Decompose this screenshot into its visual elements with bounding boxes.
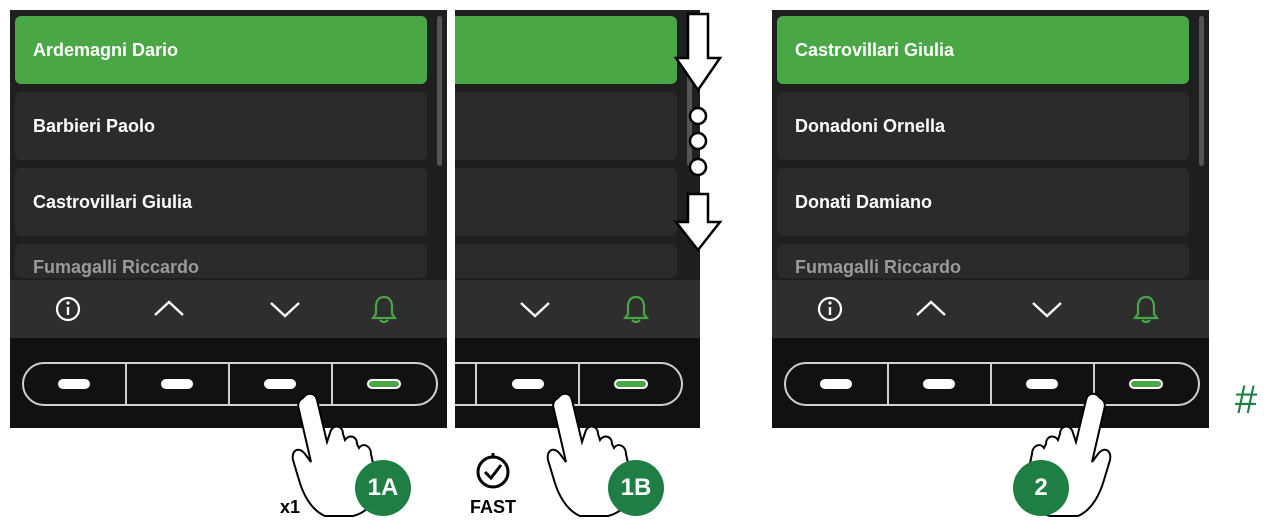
list-item[interactable]: Donadoni Ornella <box>777 92 1189 160</box>
chevron-up-icon[interactable] <box>152 294 186 324</box>
list-item[interactable]: Castrovillari Giulia <box>777 16 1189 84</box>
key-1-button[interactable] <box>58 379 90 389</box>
step-1b-mode-label: FAST <box>470 497 517 517</box>
list-item[interactable] <box>455 16 677 84</box>
key-2-button[interactable] <box>161 379 193 389</box>
list-item[interactable]: Ardemagni Dario <box>15 16 427 84</box>
hash-key-label: # <box>1235 378 1258 422</box>
key-4-button[interactable] <box>367 379 401 389</box>
step-1a-count-label: x1 <box>280 497 301 517</box>
list-item[interactable] <box>455 92 677 160</box>
list-item[interactable]: Fumagalli Riccardo <box>15 244 427 278</box>
key-3-button[interactable] <box>512 379 544 389</box>
key-3-button[interactable] <box>1026 379 1058 389</box>
bell-icon[interactable] <box>369 293 399 325</box>
chevron-down-icon[interactable] <box>518 294 552 324</box>
list-item[interactable]: Castrovillari Giulia <box>15 168 427 236</box>
step-1a-badge: 1A <box>355 460 411 516</box>
bell-icon[interactable] <box>1131 293 1161 325</box>
list-item[interactable]: Fumagalli Riccardo <box>777 244 1189 278</box>
key-divider <box>887 362 889 406</box>
info-icon[interactable] <box>53 294 83 324</box>
key-divider <box>125 362 127 406</box>
step-1b-badge: 1B <box>608 460 664 516</box>
scrollbar[interactable] <box>437 16 442 166</box>
list-item[interactable] <box>455 244 677 278</box>
arrow-down-icon <box>673 192 723 253</box>
key-1-button[interactable] <box>820 379 852 389</box>
bell-icon[interactable] <box>621 293 651 325</box>
key-divider <box>990 362 992 406</box>
chevron-down-icon[interactable] <box>1030 294 1064 324</box>
key-3-button[interactable] <box>264 379 296 389</box>
panel-a: Ardemagni Dario Barbieri Paolo Castrovil… <box>10 10 447 428</box>
step-2-badge: 2 <box>1013 460 1069 516</box>
key-4-button[interactable] <box>614 379 648 389</box>
arrow-down-icon <box>673 12 723 93</box>
clock-icon <box>476 453 510 489</box>
nav-bar <box>455 280 700 338</box>
scroll-indicator <box>673 12 723 253</box>
panel-b <box>455 10 700 428</box>
info-icon[interactable] <box>815 294 845 324</box>
key-divider <box>475 362 477 406</box>
chevron-down-icon[interactable] <box>268 294 302 324</box>
scrollbar[interactable] <box>1199 16 1204 166</box>
list-item[interactable] <box>455 168 677 236</box>
key-2-button[interactable] <box>923 379 955 389</box>
chevron-up-icon[interactable] <box>914 294 948 324</box>
list-item[interactable]: Donati Damiano <box>777 168 1189 236</box>
key-divider <box>228 362 230 406</box>
key-4-button[interactable] <box>1129 379 1163 389</box>
list-item[interactable]: Barbieri Paolo <box>15 92 427 160</box>
panel-c: Castrovillari Giulia Donadoni Ornella Do… <box>772 10 1209 428</box>
